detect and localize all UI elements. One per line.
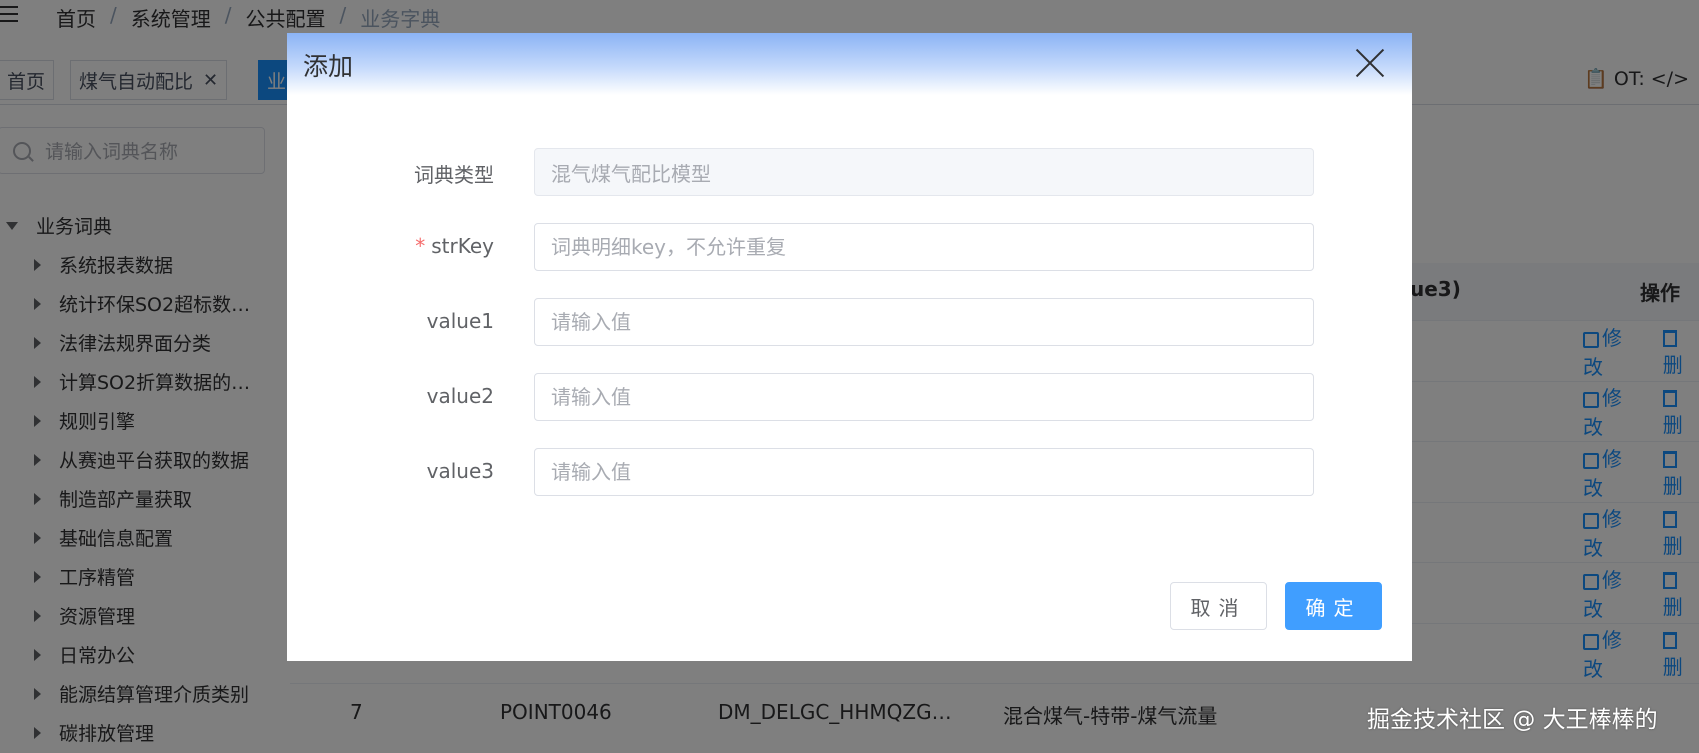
required-mark: * <box>415 234 426 258</box>
dialog-title: 添加 <box>303 52 354 81</box>
strkey-input[interactable] <box>534 223 1314 271</box>
dict-type-label: 词典类型 <box>414 163 494 187</box>
dialog-header <box>287 33 1412 95</box>
form-row-value2: value2 <box>287 373 1412 421</box>
strkey-label: * strKey <box>415 234 494 258</box>
confirm-button[interactable]: 确定 <box>1285 582 1382 630</box>
strkey-label-text: strKey <box>431 234 494 258</box>
close-icon[interactable] <box>1355 48 1385 78</box>
form-row-value1: value1 <box>287 298 1412 346</box>
value1-label: value1 <box>426 309 494 333</box>
value2-input[interactable] <box>534 373 1314 421</box>
value3-input[interactable] <box>534 448 1314 496</box>
form-row-strkey: * strKey <box>287 223 1412 271</box>
form-row-value3: value3 <box>287 448 1412 496</box>
form-row-dict-type: 词典类型 <box>287 148 1412 196</box>
value1-input[interactable] <box>534 298 1314 346</box>
dict-type-field <box>534 148 1314 196</box>
value2-label: value2 <box>426 384 494 408</box>
credit-watermark: 掘金技术社区 @ 大王棒棒的 <box>1367 707 1658 733</box>
value3-label: value3 <box>426 459 494 483</box>
cancel-button[interactable]: 取消 <box>1170 582 1267 630</box>
add-dialog: 添加 词典类型 *strKey value1 value2 value3 取消 … <box>287 33 1412 661</box>
